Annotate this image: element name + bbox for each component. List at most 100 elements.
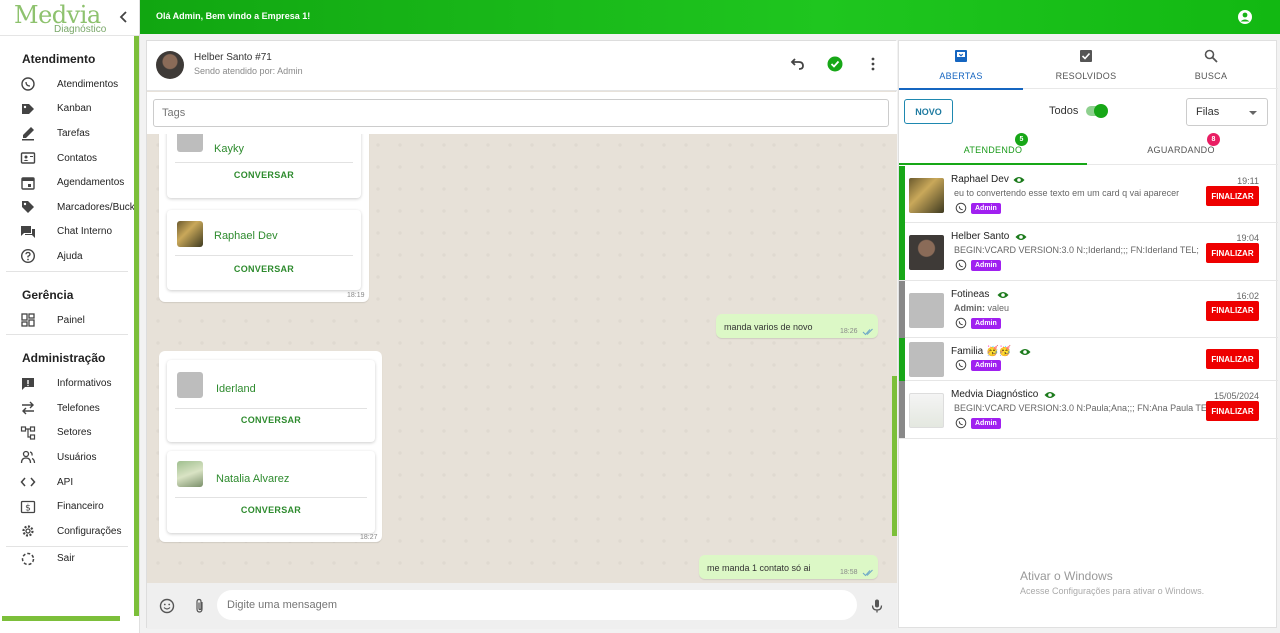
dropdown-caret-icon xyxy=(1249,111,1257,115)
sidebar-item-api[interactable]: API xyxy=(0,470,134,495)
sidebar-item-tarefas[interactable]: Tarefas xyxy=(0,121,134,146)
pencil-icon xyxy=(22,127,34,141)
contact-card-name: Kayky xyxy=(214,143,244,155)
contact-card: Natalia Alvarez CONVERSAR xyxy=(167,451,375,533)
tab-aguardando[interactable]: AGUARDANDO 8 xyxy=(1087,133,1275,165)
sidebar-item-label: Ajuda xyxy=(57,250,83,262)
ticket-name: Medvia Diagnóstico xyxy=(951,389,1039,401)
tags-input[interactable] xyxy=(153,99,889,127)
app-root: Medvia Diagnóstico Atendimento Atendimen… xyxy=(0,0,1280,633)
sidebar-item-label: Marcadores/Bucket xyxy=(57,201,134,213)
sidebar-item-marcadores[interactable]: Marcadores/Bucket xyxy=(0,195,134,220)
eye-icon[interactable] xyxy=(997,290,1009,300)
ticket-item[interactable]: Fotineas 16:02 Admin: valeu Admin FINALI… xyxy=(899,280,1278,339)
forum-icon xyxy=(21,225,35,238)
ticket-last-message: BEGIN:VCARD VERSION:3.0 N:;Iderland;;; F… xyxy=(954,245,1199,256)
outgoing-message: manda varios de novo 18:26 xyxy=(716,314,878,338)
contact-title[interactable]: Helber Santo #71 xyxy=(194,52,272,63)
ticket-item[interactable]: Familia 🥳🥳 Admin FINALIZAR xyxy=(899,338,1278,382)
sidebar-item-label: Kanban xyxy=(57,103,92,115)
sidebar-item-contatos[interactable]: Contatos xyxy=(0,146,134,171)
conversar-button[interactable]: CONVERSAR xyxy=(167,170,361,180)
tab-atendendo[interactable]: ATENDENDO 5 xyxy=(899,133,1087,165)
eye-icon[interactable] xyxy=(1019,347,1031,357)
contact-card-name: Natalia Alvarez xyxy=(216,473,290,485)
ticket-name: Raphael Dev xyxy=(951,174,1009,185)
ticket-name: Familia 🥳🥳 xyxy=(951,346,1011,358)
check-circle-icon[interactable] xyxy=(826,55,844,73)
account-circle-icon[interactable] xyxy=(1237,9,1253,25)
message-input[interactable] xyxy=(217,590,857,620)
chevron-left-icon[interactable] xyxy=(116,9,132,25)
eye-icon[interactable] xyxy=(1044,390,1056,400)
tab-busca[interactable]: BUSCA xyxy=(1149,41,1273,89)
ticket-status-bar xyxy=(899,280,905,338)
conversar-button[interactable]: CONVERSAR xyxy=(167,505,375,515)
ticket-item[interactable]: Helber Santo 19:04 BEGIN:VCARD VERSION:3… xyxy=(899,223,1278,281)
tab-abertas[interactable]: ABERTAS xyxy=(899,41,1023,90)
message-time: 18:27 xyxy=(360,534,378,541)
sidebar-item-financeiro[interactable]: $ Financeiro xyxy=(0,494,134,519)
ticket-status-bar xyxy=(899,166,905,223)
section-atendimento: Atendimento xyxy=(22,52,96,66)
finalizar-button[interactable]: FINALIZAR xyxy=(1206,243,1259,264)
finalizar-button[interactable]: FINALIZAR xyxy=(1206,349,1259,370)
sidebar-item-kanban[interactable]: Kanban xyxy=(0,97,134,122)
finalizar-button[interactable]: FINALIZAR xyxy=(1206,300,1259,321)
sidebar-item-agendamentos[interactable]: Agendamentos xyxy=(0,170,134,195)
ticket-item[interactable]: Raphael Dev 19:11 eu to convertendo esse… xyxy=(899,166,1278,224)
sidebar-item-informativos[interactable]: Informativos xyxy=(0,371,134,396)
queue-badge: Admin xyxy=(971,317,1001,329)
todos-toggle[interactable] xyxy=(1086,104,1108,118)
finalizar-button[interactable]: FINALIZAR xyxy=(1206,186,1259,206)
sidebar-item-sair[interactable]: Sair xyxy=(0,547,134,572)
sidebar-item-ajuda[interactable]: Ajuda xyxy=(0,244,134,269)
conversar-button[interactable]: CONVERSAR xyxy=(167,415,375,425)
tab-label: BUSCA xyxy=(1194,71,1228,81)
sidebar-item-label: Financeiro xyxy=(57,501,104,513)
undo-icon[interactable] xyxy=(788,55,806,73)
emoji-icon[interactable] xyxy=(158,597,176,615)
logo: Medvia Diagnóstico xyxy=(0,0,139,36)
attach-icon[interactable] xyxy=(191,597,209,615)
contact-card: Iderland CONVERSAR xyxy=(167,360,375,442)
ticket-time: 16:02 xyxy=(1236,290,1259,301)
sidebar-item-label: Telefones xyxy=(57,402,100,414)
ticket-name: Helber Santo xyxy=(951,231,1010,243)
sync-arrows-icon xyxy=(22,401,34,415)
conversar-button[interactable]: CONVERSAR xyxy=(167,264,361,274)
tab-resolvidos[interactable]: RESOLVIDOS xyxy=(1024,41,1148,89)
sidebar-item-setores[interactable]: Setores xyxy=(0,421,134,446)
more-vert-icon[interactable] xyxy=(864,55,882,73)
message-time: 18:58 xyxy=(840,569,858,576)
sidebar-item-label: Atendimentos xyxy=(57,78,119,90)
finalizar-button[interactable]: FINALIZAR xyxy=(1206,401,1259,422)
eye-icon[interactable] xyxy=(1015,232,1027,242)
sidebar-item-atendimentos[interactable]: Atendimentos xyxy=(0,72,134,97)
sidebar-item-label: Agendamentos xyxy=(57,177,125,189)
sidebar-item-label: Contatos xyxy=(57,152,98,164)
gear-icon xyxy=(22,525,34,537)
ticket-list: Raphael Dev 19:11 eu to convertendo esse… xyxy=(899,166,1278,439)
contact-cards-message: Kayky CONVERSAR Raphael Dev CONVERSAR 18… xyxy=(159,134,369,302)
microphone-icon[interactable] xyxy=(868,597,886,615)
tickets-panel: ABERTAS RESOLVIDOS BUSCA NOVO Todos Fila… xyxy=(898,40,1278,628)
sidebar-item-telefones[interactable]: Telefones xyxy=(0,396,134,421)
ticket-item[interactable]: Medvia Diagnóstico 15/05/2024 BEGIN:VCAR… xyxy=(899,381,1278,439)
message-list: Kayky CONVERSAR Raphael Dev CONVERSAR 18… xyxy=(147,134,897,583)
sidebar-item-label: Configurações xyxy=(57,525,122,537)
sidebar-item-label: Usuários xyxy=(57,451,97,463)
sidebar-item-chat-interno[interactable]: Chat Interno xyxy=(0,220,134,245)
contact-card: Kayky CONVERSAR xyxy=(167,134,361,198)
scrollbar-thumb[interactable] xyxy=(892,376,897,536)
eye-icon[interactable] xyxy=(1013,175,1025,185)
novo-button[interactable]: NOVO xyxy=(904,99,953,124)
sidebar-item-configuracoes[interactable]: Configurações xyxy=(0,519,134,544)
ticket-subtabs: ATENDENDO 5 AGUARDANDO 8 xyxy=(899,133,1278,165)
filas-select[interactable]: Filas xyxy=(1186,98,1268,126)
sidebar-item-usuarios[interactable]: Usuários xyxy=(0,445,134,470)
sidebar-item-painel[interactable]: Painel xyxy=(0,308,134,333)
greeting-text: Olá Admin, Bem vindo a Empresa 1! xyxy=(156,11,311,21)
avatar[interactable] xyxy=(156,51,184,79)
contact-card-name: Raphael Dev xyxy=(214,230,278,242)
